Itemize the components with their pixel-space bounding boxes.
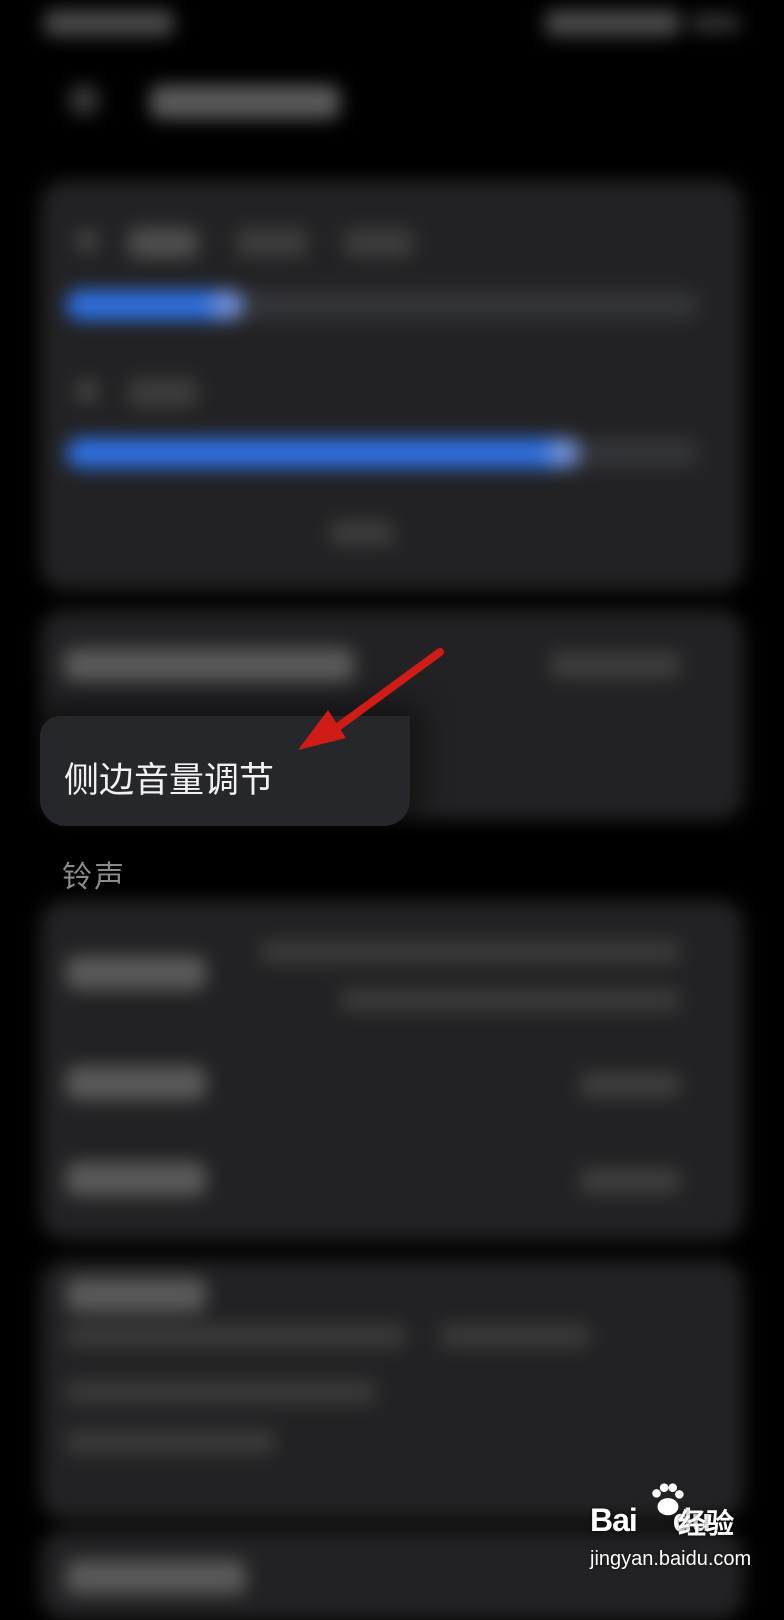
notification-row-label <box>66 1066 206 1100</box>
volume-tab-1[interactable] <box>128 228 198 258</box>
watermark-url: jingyan.baidu.com <box>590 1548 752 1570</box>
ringtone-row-value-2 <box>340 988 680 1012</box>
sound-row-desc-3 <box>66 1380 376 1404</box>
volume-slider-1-knob[interactable] <box>210 290 244 320</box>
volume-slider-1[interactable] <box>66 290 700 320</box>
volume-card <box>40 180 744 590</box>
volume-slider-2-fill <box>66 438 580 468</box>
status-bar-time <box>44 10 174 36</box>
watermark-cn: 经验 <box>678 1507 735 1540</box>
sound-row-desc <box>66 1324 406 1348</box>
sound-row-desc-2 <box>440 1324 590 1348</box>
volume-slider-2-knob[interactable] <box>546 438 580 468</box>
back-arrow-icon[interactable] <box>70 86 98 114</box>
battery-icon <box>690 14 740 32</box>
notification-row-value[interactable] <box>580 1072 680 1098</box>
ringtone-row-label <box>66 956 206 990</box>
sound-settings-card <box>40 1260 744 1520</box>
sound-row-label <box>66 1278 206 1312</box>
next-row-label <box>66 1560 246 1594</box>
ringtone-card <box>40 900 744 1240</box>
alarm-row-label <box>66 1162 206 1196</box>
speaker-icon <box>76 230 98 252</box>
volume-tab-3[interactable] <box>344 228 414 258</box>
volume-slider-2[interactable] <box>66 438 700 468</box>
alarm-row-value[interactable] <box>580 1168 680 1194</box>
media-volume-label <box>128 378 198 408</box>
sound-row-desc-4 <box>66 1430 276 1454</box>
page-title <box>150 85 340 119</box>
media-icon <box>76 380 98 402</box>
volume-tab-2[interactable] <box>236 228 308 258</box>
side-volume-label: 侧边音量调节 <box>64 761 275 801</box>
watermark: Bai du 经验 jingyan.baidu.com <box>590 1482 770 1592</box>
ringtone-section-heading: 铃声 <box>62 860 126 895</box>
ringtone-row-value <box>260 940 680 964</box>
side-volume-row-value[interactable] <box>550 652 680 678</box>
status-bar-indicators <box>545 10 680 36</box>
collapse-toggle[interactable] <box>330 520 394 546</box>
red-arrow-icon <box>298 648 444 750</box>
